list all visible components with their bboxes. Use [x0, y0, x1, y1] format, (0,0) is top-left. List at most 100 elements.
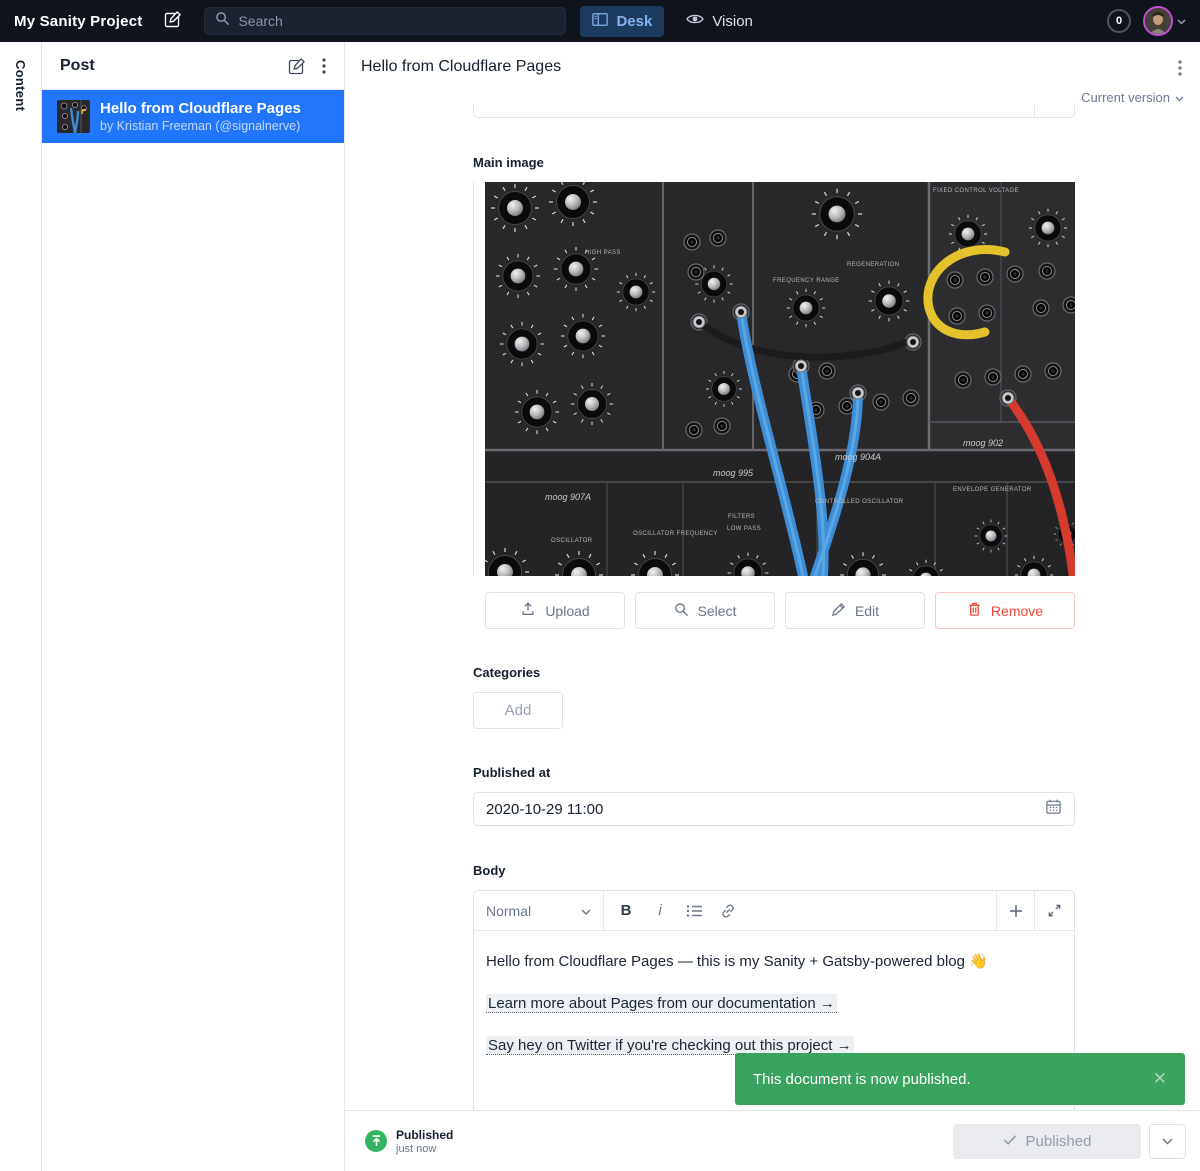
main-image-photo[interactable]: HIGH PASS FREQUENCY RANGE REGENERATION F… [485, 182, 1075, 576]
published-at-input[interactable]: 2020-10-29 11:00 [473, 792, 1075, 826]
body-paragraph: Hello from Cloudflare Pages — this is my… [486, 951, 1062, 972]
pane-title: Post [60, 57, 95, 75]
content-rail: Content [0, 42, 42, 1171]
tab-desk[interactable]: Desk [580, 6, 664, 37]
body-link-line: Learn more about Pages from our document… [486, 993, 1062, 1014]
new-document-button[interactable] [284, 53, 310, 79]
edit-label: Edit [855, 603, 879, 619]
list-item[interactable]: Hello from Cloudflare Pages by Kristian … [42, 90, 344, 143]
publish-button[interactable]: Published [953, 1124, 1141, 1159]
photo-label: HIGH PASS [585, 250, 621, 256]
upload-label: Upload [545, 603, 589, 619]
chevron-down-icon [581, 903, 591, 919]
publish-status-text: Published just now [396, 1128, 453, 1155]
eye-icon [686, 12, 704, 30]
photo-label: LOW PASS [727, 526, 761, 532]
published-status-icon [365, 1130, 387, 1152]
post-list-pane: Post [42, 42, 345, 1171]
desk-icon [592, 12, 608, 31]
toast-message: This document is now published. [753, 1071, 1153, 1088]
document-form-scroll: Main image [345, 104, 1200, 1110]
publish-status-time: just now [396, 1143, 453, 1155]
photo-label: CONTROLLED OSCILLATOR [815, 499, 904, 505]
toast-close-icon[interactable]: ✕ [1153, 1069, 1167, 1089]
photo-label: OSCILLATOR [551, 538, 592, 544]
photo-label: moog 995 [713, 468, 753, 478]
notification-badge[interactable]: 0 [1107, 9, 1131, 33]
select-label: Select [698, 603, 737, 619]
categories-field: Categories Add [473, 665, 1075, 729]
bullet-list-button[interactable] [678, 895, 710, 927]
select-button[interactable]: Select [635, 592, 775, 629]
version-selector[interactable]: Current version [1081, 90, 1184, 105]
slug-field-cutoff[interactable] [473, 104, 1075, 118]
trash-icon [967, 601, 982, 620]
documentation-link[interactable]: Learn more about Pages from our document… [486, 994, 837, 1013]
compose-button[interactable] [164, 10, 182, 33]
user-menu[interactable] [1143, 6, 1186, 36]
compose-icon [164, 10, 182, 33]
photo-label: OSCILLATOR FREQUENCY [633, 531, 718, 537]
main-image-wrap: HIGH PASS FREQUENCY RANGE REGENERATION F… [473, 182, 1075, 576]
bold-button[interactable]: B [610, 895, 642, 927]
search-input[interactable]: Search [204, 7, 566, 35]
upload-button[interactable]: Upload [485, 592, 625, 629]
document-form: Main image [473, 104, 1075, 1110]
link-button[interactable] [712, 895, 744, 927]
photo-label: moog 902 [963, 438, 1003, 448]
photo-label: ENVELOPE GENERATOR [953, 487, 1032, 493]
footer-actions: Published [953, 1124, 1186, 1159]
top-navbar: My Sanity Project Search Desk [0, 0, 1200, 42]
insert-block-button[interactable] [996, 891, 1034, 930]
select-search-icon [674, 602, 689, 620]
text-style-value: Normal [486, 903, 531, 919]
document-pane: Hello from Cloudflare Pages Current vers… [345, 42, 1200, 1171]
publish-status[interactable]: Published just now [365, 1128, 453, 1155]
remove-label: Remove [991, 603, 1043, 619]
list-item-text: Hello from Cloudflare Pages by Kristian … [100, 100, 301, 134]
publish-menu-button[interactable] [1149, 1124, 1186, 1159]
remove-button[interactable]: Remove [935, 592, 1075, 629]
post-list-header: Post [42, 42, 344, 90]
editor-toolbar: Normal B i [474, 891, 1074, 931]
fullscreen-button[interactable] [1034, 891, 1074, 930]
image-buttons-row: Upload Select [485, 592, 1075, 629]
body-paragraph-text: Hello from Cloudflare Pages — this is my… [486, 953, 965, 970]
edit-pencil-icon [831, 602, 846, 620]
list-item-subtitle: by Kristian Freeman (@signalnerve) [100, 119, 301, 133]
chevron-down-icon [1177, 12, 1186, 30]
publish-toast: This document is now published. ✕ [735, 1053, 1185, 1105]
document-title: Hello from Cloudflare Pages [361, 58, 561, 76]
content-rail-label[interactable]: Content [13, 60, 28, 111]
tab-vision-label: Vision [712, 13, 753, 30]
document-menu-button[interactable] [1174, 56, 1186, 85]
navbar-right: 0 [1107, 6, 1186, 36]
publish-button-label: Published [1026, 1133, 1092, 1150]
photo-label: REGENERATION [847, 262, 899, 268]
photo-label: moog 907A [545, 492, 591, 502]
document-header: Hello from Cloudflare Pages Current vers… [345, 42, 1200, 104]
project-name: My Sanity Project [14, 13, 142, 30]
list-item-thumbnail [57, 100, 90, 133]
published-at-field: Published at 2020-10-29 11:00 [473, 765, 1075, 826]
photo-label: moog 904A [835, 452, 881, 462]
tab-vision[interactable]: Vision [674, 6, 765, 36]
edit-button[interactable]: Edit [785, 592, 925, 629]
categories-label: Categories [473, 665, 1075, 680]
text-style-select[interactable]: Normal [474, 891, 604, 930]
calendar-icon[interactable] [1045, 798, 1062, 820]
avatar [1143, 6, 1173, 36]
italic-button[interactable]: i [644, 895, 676, 927]
main-image-label: Main image [473, 155, 1075, 170]
search-icon [215, 11, 230, 31]
format-buttons: B i [604, 891, 996, 930]
photo-label: FIXED CONTROL VOLTAGE [933, 188, 1019, 194]
add-category-button[interactable]: Add [473, 692, 563, 729]
wave-emoji: 👋 [969, 953, 988, 970]
publish-status-title: Published [396, 1128, 453, 1142]
pane-menu-button[interactable] [318, 54, 330, 78]
list-item-title: Hello from Cloudflare Pages [100, 100, 301, 119]
main-image-field: Main image [473, 155, 1075, 629]
body-label: Body [473, 863, 1075, 878]
upload-icon [520, 601, 536, 620]
